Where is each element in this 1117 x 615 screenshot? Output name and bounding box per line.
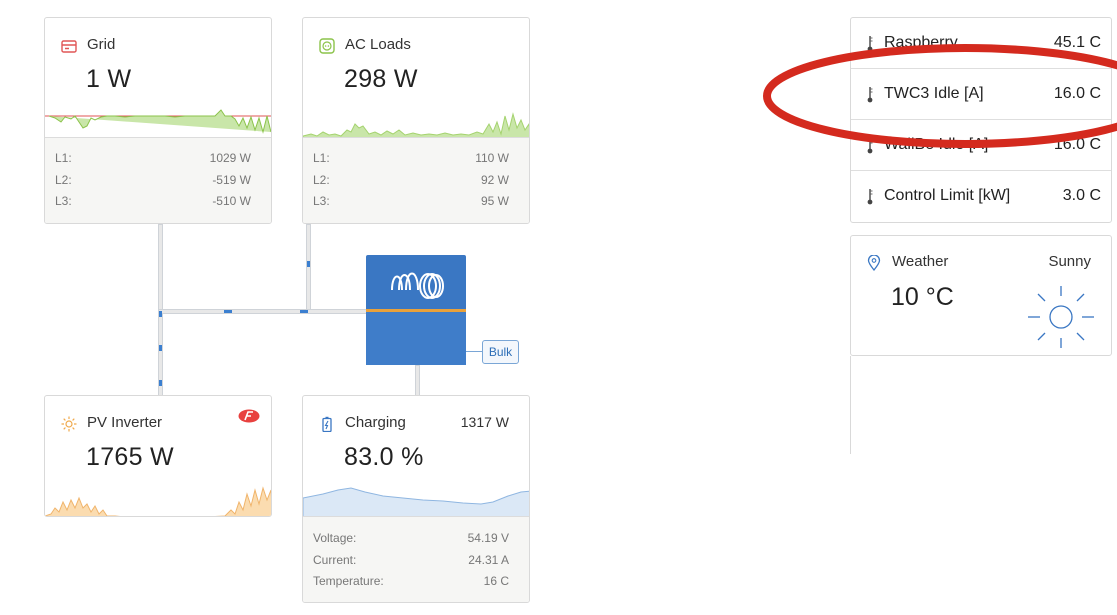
battery-detail-row: Current: 24.31 A <box>313 553 509 567</box>
grid-phase-row: L2: -519 W <box>55 173 251 187</box>
grid-icon <box>61 40 77 53</box>
panel-divider <box>850 356 851 454</box>
sensor-item-control-limit[interactable]: Control Limit [kW] 3.0 C <box>851 171 1111 222</box>
thermometer-icon <box>867 189 873 205</box>
battery-soc-graph <box>303 487 529 518</box>
weather-card[interactable]: Weather Sunny 10 °C <box>850 235 1112 356</box>
pv-inverter-power-value: 1765 W <box>86 443 174 471</box>
ac-loads-graph <box>303 112 529 140</box>
fronius-logo-icon <box>238 409 260 423</box>
inverter-state-connector <box>466 351 482 352</box>
ac-loads-phase-details: L1: 110 W L2: 92 W L3: 95 W <box>303 137 529 223</box>
ac-loads-phase-row: L2: 92 W <box>313 173 509 187</box>
loads-connection-line <box>306 224 311 314</box>
grid-power-value: 1 W <box>86 65 132 93</box>
annotation-ellipse <box>763 44 1117 148</box>
flow-indicator <box>307 261 310 267</box>
outlet-icon <box>319 38 335 54</box>
ac-loads-card[interactable]: AC Loads 298 W L1: 110 W L2: 92 W L3: 95 W <box>302 17 530 224</box>
battery-card[interactable]: Charging 1317 W 83.0 % Voltage: 54.19 V C… <box>302 395 530 603</box>
inverter-lower-panel <box>366 312 466 365</box>
inverter-unit[interactable] <box>366 255 466 365</box>
grid-phase-details: L1: 1029 W L2: -519 W L3: -510 W <box>45 137 271 223</box>
sensor-label: Control Limit [kW] <box>884 187 1011 204</box>
flow-indicator <box>300 310 308 313</box>
sensor-value: 3.0 C <box>1062 187 1101 204</box>
ac-loads-title: AC Loads <box>345 36 411 53</box>
grid-title: Grid <box>87 36 116 53</box>
weather-temperature: 10 °C <box>891 283 954 311</box>
battery-soc-value: 83.0 % <box>344 443 424 471</box>
pv-inverter-graph <box>45 486 271 516</box>
ac-bus-line <box>158 309 367 314</box>
ac-loads-phase-row: L1: 110 W <box>313 151 509 165</box>
battery-charging-icon <box>322 416 332 432</box>
victron-logo-icon <box>391 272 444 299</box>
grid-phase-row: L3: -510 W <box>55 194 251 208</box>
location-pin-icon <box>867 255 881 271</box>
pv-inverter-title: PV Inverter <box>87 414 163 431</box>
battery-title: Charging <box>345 414 406 431</box>
grid-phase-row: L1: 1029 W <box>55 151 251 165</box>
battery-power: 1317 W <box>460 414 509 430</box>
sun-icon <box>61 416 77 432</box>
flow-indicator <box>159 311 162 317</box>
flow-indicator <box>159 345 162 351</box>
dc-connection-line <box>415 365 420 396</box>
flow-indicator <box>224 310 232 313</box>
weather-title: Weather <box>892 253 949 270</box>
sunny-weather-icon <box>1028 286 1094 348</box>
grid-card[interactable]: Grid 1 W L1: 1029 W L2: -519 W L3: -510 W <box>44 17 272 224</box>
weather-condition: Sunny <box>1048 253 1091 270</box>
ac-loads-phase-row: L3: 95 W <box>313 194 509 208</box>
battery-detail-row: Voltage: 54.19 V <box>313 531 509 545</box>
flow-indicator <box>159 380 162 386</box>
battery-detail-row: Temperature: 16 C <box>313 574 509 588</box>
battery-details: Voltage: 54.19 V Current: 24.31 A Temperat… <box>303 516 529 602</box>
inverter-state-badge: Bulk <box>482 340 519 364</box>
ac-loads-power-value: 298 W <box>344 65 418 93</box>
grid-power-graph <box>45 109 271 134</box>
pv-inverter-card[interactable]: PV Inverter 1765 W <box>44 395 272 517</box>
